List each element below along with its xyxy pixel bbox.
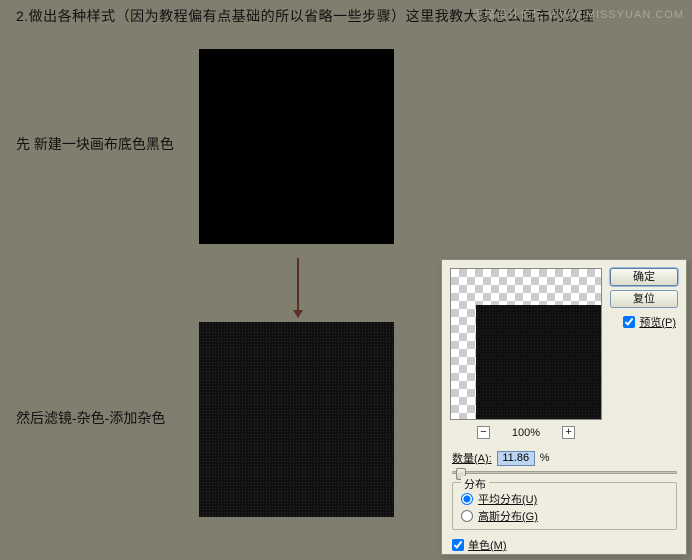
gaussian-radio-label: 高斯分布(G) [478, 508, 538, 524]
arrow-down-icon [297, 258, 299, 312]
caption-create-canvas: 先 新建一块画布底色黑色 [16, 134, 174, 154]
amount-input[interactable] [497, 451, 535, 466]
preview-checkbox-row[interactable]: 预览(P) [623, 314, 676, 330]
preview-noise-swatch [476, 305, 602, 420]
zoom-out-button[interactable]: − [477, 426, 490, 439]
zoom-in-button[interactable]: + [562, 426, 575, 439]
noise-canvas-image [199, 322, 394, 517]
monochrome-checkbox-label: 单色(M) [468, 537, 507, 553]
amount-slider[interactable] [452, 471, 677, 474]
caption-add-noise: 然后滤镜-杂色-添加杂色 [16, 408, 165, 428]
preview-checkbox-label: 预览(P) [639, 314, 676, 330]
gaussian-radio[interactable] [461, 510, 473, 522]
monochrome-checkbox[interactable] [452, 539, 464, 551]
amount-row: 数量(A): % [452, 450, 550, 466]
zoom-value: 100% [512, 427, 540, 439]
distribution-legend: 分布 [461, 476, 489, 492]
black-canvas-image [199, 49, 394, 244]
uniform-radio-row[interactable]: 平均分布(U) [461, 491, 537, 507]
preview-area [450, 268, 602, 420]
add-noise-dialog: − 100% + 确定 复位 预览(P) 数量(A): % 分布 平均分布(U)… [441, 259, 687, 555]
uniform-radio[interactable] [461, 493, 473, 505]
ok-button[interactable]: 确定 [610, 268, 678, 286]
distribution-fieldset: 分布 平均分布(U) 高斯分布(G) [452, 482, 677, 530]
watermark: 思缘设计论坛 WWW.MISSYUAN.COM [472, 6, 684, 22]
cancel-button[interactable]: 复位 [610, 290, 678, 308]
zoom-controls: − 100% + [450, 426, 602, 439]
amount-unit: % [540, 452, 550, 464]
preview-checkbox[interactable] [623, 316, 635, 328]
gaussian-radio-row[interactable]: 高斯分布(G) [461, 508, 538, 524]
uniform-radio-label: 平均分布(U) [478, 491, 537, 507]
monochrome-checkbox-row[interactable]: 单色(M) [452, 537, 507, 553]
amount-label: 数量(A): [452, 450, 492, 466]
